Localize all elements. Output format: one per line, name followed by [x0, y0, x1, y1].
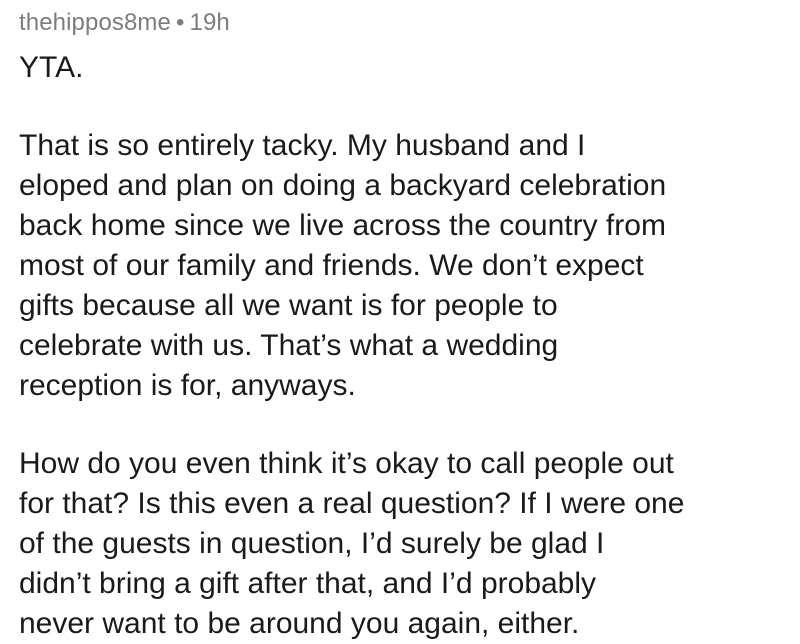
comment-body: YTA. That is so entirely tacky. My husba…	[19, 48, 789, 644]
comment-paragraph-verdict: YTA.	[19, 51, 84, 84]
separator-dot: •	[175, 9, 185, 36]
username-link[interactable]: thehippos8me	[19, 9, 171, 36]
comment-age[interactable]: 19h	[190, 9, 230, 36]
comment-paragraph-1: That is so entirely tacky. My husband an…	[19, 129, 667, 402]
comment-meta: thehippos8me • 19h	[19, 8, 789, 38]
comment: thehippos8me • 19h YTA. That is so entirel…	[19, 8, 789, 644]
comment-paragraph-2: How do you even think it’s okay to call …	[19, 447, 685, 640]
